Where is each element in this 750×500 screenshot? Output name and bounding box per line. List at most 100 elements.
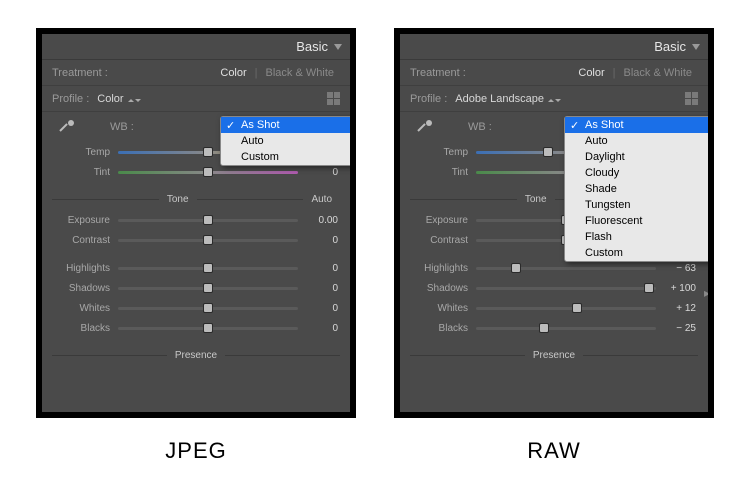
panel-frame-jpeg: Basic Treatment : Color | Black & White …	[36, 28, 356, 418]
highlights-slider-row: Highlights 0	[42, 258, 350, 278]
wb-option-as-shot[interactable]: As Shot	[221, 117, 350, 133]
presence-section-header: Presence	[42, 344, 350, 366]
treatment-label: Treatment :	[52, 67, 108, 79]
wb-option-daylight[interactable]: Daylight	[565, 149, 708, 165]
shadows-label: Shadows	[400, 283, 476, 294]
highlights-label: Highlights	[42, 263, 118, 274]
highlights-slider[interactable]	[118, 261, 298, 275]
profile-browser-icon[interactable]	[685, 92, 698, 105]
wb-option-shade[interactable]: Shade	[565, 181, 708, 197]
whites-slider[interactable]	[476, 301, 656, 315]
blacks-slider-row: Blacks − 25	[400, 318, 708, 338]
blacks-slider[interactable]	[476, 321, 656, 335]
whites-slider-row: Whites 0	[42, 298, 350, 318]
exposure-slider-row: Exposure 0.00	[42, 210, 350, 230]
treatment-color[interactable]: Color	[214, 65, 252, 81]
shadows-label: Shadows	[42, 283, 118, 294]
profile-value: Color	[97, 93, 123, 105]
wb-option-fluorescent[interactable]: Fluorescent	[565, 213, 708, 229]
wb-option-flash[interactable]: Flash	[565, 229, 708, 245]
contrast-value: 0	[298, 235, 340, 246]
highlights-value: 0	[298, 263, 340, 274]
contrast-label: Contrast	[42, 235, 118, 246]
caption-raw: RAW	[394, 438, 714, 464]
treatment-bw[interactable]: Black & White	[618, 65, 698, 81]
wb-dropdown-menu[interactable]: As Shot Auto Daylight Cloudy Shade Tungs…	[564, 116, 708, 262]
blacks-label: Blacks	[42, 323, 118, 334]
panel-frame-raw: Basic Treatment : Color | Black & White …	[394, 28, 714, 418]
temp-label: Temp	[400, 147, 476, 158]
collapse-icon[interactable]	[692, 44, 700, 50]
next-panel-arrow-icon[interactable]: ▸	[704, 286, 708, 300]
treatment-row: Treatment : Color | Black & White	[400, 60, 708, 86]
tint-slider[interactable]	[118, 165, 298, 179]
treatment-color[interactable]: Color	[572, 65, 610, 81]
updown-icon	[128, 93, 141, 105]
profile-label: Profile :	[52, 93, 89, 105]
panel-title: Basic	[654, 39, 686, 54]
exposure-slider[interactable]	[118, 213, 298, 227]
exposure-label: Exposure	[42, 215, 118, 226]
panel-header[interactable]: Basic	[400, 34, 708, 60]
tint-label: Tint	[42, 167, 118, 178]
wb-option-custom[interactable]: Custom	[565, 245, 708, 261]
presence-section-header: Presence	[400, 344, 708, 366]
blacks-value: 0	[298, 323, 340, 334]
tone-auto-button[interactable]: Auto	[303, 194, 340, 205]
whites-value: + 12	[656, 303, 698, 314]
tone-title: Tone	[517, 194, 555, 205]
contrast-slider[interactable]	[118, 233, 298, 247]
contrast-label: Contrast	[400, 235, 476, 246]
blacks-label: Blacks	[400, 323, 476, 334]
shadows-slider[interactable]	[476, 281, 656, 295]
collapse-icon[interactable]	[334, 44, 342, 50]
highlights-label: Highlights	[400, 263, 476, 274]
wb-label: WB :	[468, 121, 492, 133]
tint-label: Tint	[400, 167, 476, 178]
treatment-bw[interactable]: Black & White	[260, 65, 340, 81]
whites-value: 0	[298, 303, 340, 314]
wb-label: WB :	[110, 121, 134, 133]
profile-row: Profile : Adobe Landscape	[400, 86, 708, 112]
whites-slider-row: Whites + 12	[400, 298, 708, 318]
wb-dropdown-menu[interactable]: As Shot Auto Custom	[220, 116, 350, 166]
wb-option-cloudy[interactable]: Cloudy	[565, 165, 708, 181]
presence-title: Presence	[525, 350, 583, 361]
exposure-label: Exposure	[400, 215, 476, 226]
whites-slider[interactable]	[118, 301, 298, 315]
profile-browser-icon[interactable]	[327, 92, 340, 105]
updown-icon	[548, 93, 561, 105]
shadows-slider-row: Shadows 0	[42, 278, 350, 298]
exposure-value: 0.00	[298, 215, 340, 226]
panel-header[interactable]: Basic	[42, 34, 350, 60]
temp-label: Temp	[42, 147, 118, 158]
wb-option-auto[interactable]: Auto	[565, 133, 708, 149]
wb-option-as-shot[interactable]: As Shot	[565, 117, 708, 133]
basic-panel-jpeg: Basic Treatment : Color | Black & White …	[42, 34, 350, 412]
presence-title: Presence	[167, 350, 225, 361]
profile-row: Profile : Color	[42, 86, 350, 112]
treatment-label: Treatment :	[410, 67, 466, 79]
blacks-slider-row: Blacks 0	[42, 318, 350, 338]
treatment-row: Treatment : Color | Black & White	[42, 60, 350, 86]
wb-option-auto[interactable]: Auto	[221, 133, 350, 149]
wb-option-custom[interactable]: Custom	[221, 149, 350, 165]
contrast-slider-row: Contrast 0	[42, 230, 350, 250]
comparison-stage: Basic Treatment : Color | Black & White …	[0, 0, 750, 500]
panel-title: Basic	[296, 39, 328, 54]
blacks-slider[interactable]	[118, 321, 298, 335]
blacks-value: − 25	[656, 323, 698, 334]
eyedropper-icon[interactable]	[56, 116, 78, 138]
highlights-slider[interactable]	[476, 261, 656, 275]
profile-dropdown[interactable]: Color	[97, 93, 140, 105]
profile-dropdown[interactable]: Adobe Landscape	[455, 93, 561, 105]
basic-panel-raw: Basic Treatment : Color | Black & White …	[400, 34, 708, 412]
shadows-slider[interactable]	[118, 281, 298, 295]
wb-option-tungsten[interactable]: Tungsten	[565, 197, 708, 213]
shadows-slider-row: Shadows + 100	[400, 278, 708, 298]
shadows-value: 0	[298, 283, 340, 294]
tint-value: 0	[298, 167, 340, 178]
eyedropper-icon[interactable]	[414, 116, 436, 138]
tone-section-header: Tone Auto	[42, 188, 350, 210]
profile-label: Profile :	[410, 93, 447, 105]
